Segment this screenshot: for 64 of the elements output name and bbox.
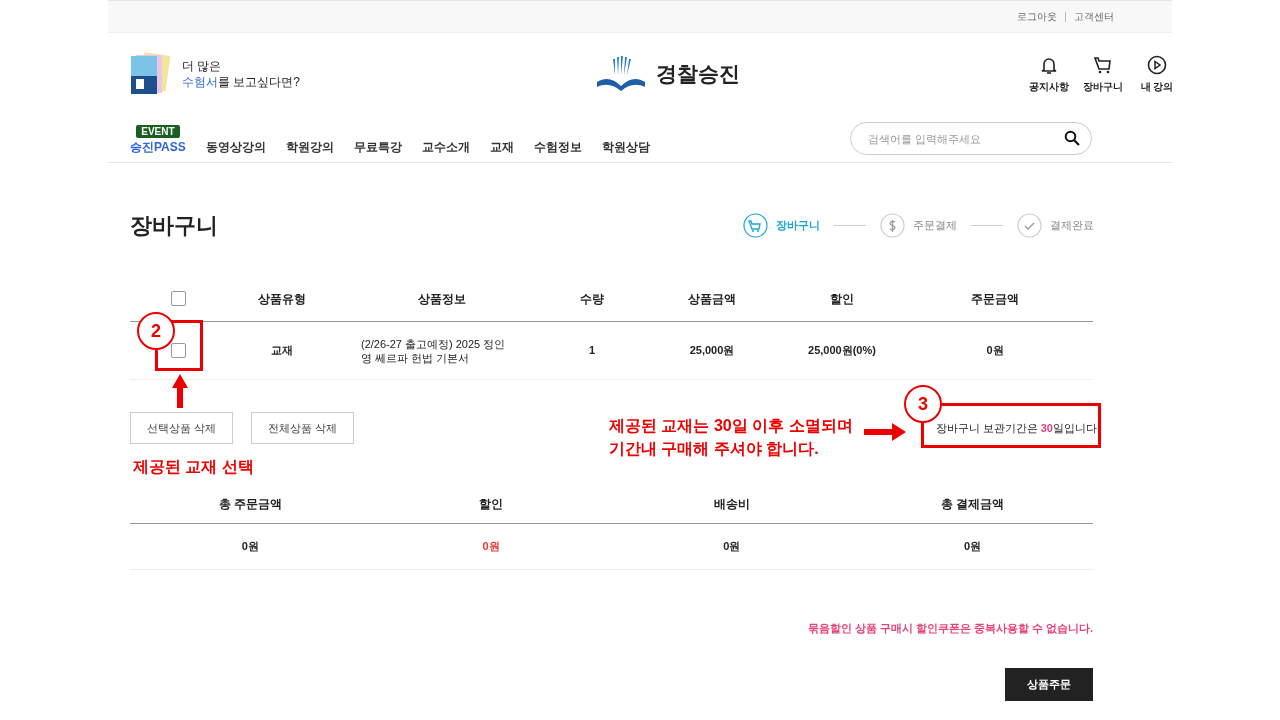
summary-header: 총 결제금액 xyxy=(940,495,1005,513)
right-arrow xyxy=(864,423,906,441)
search-field[interactable]: 검색어를 입력해주세요 xyxy=(850,122,1092,155)
nav-item[interactable]: 학원상담 xyxy=(601,137,650,156)
nav-item[interactable]: 교수소개 xyxy=(421,137,470,156)
step-number-badge: 3 xyxy=(904,385,942,423)
column-header: 수량 xyxy=(580,290,604,308)
column-header: 할인 xyxy=(830,290,854,308)
summary-header: 총 주문금액 xyxy=(218,495,283,513)
nav-item[interactable]: 수험정보 xyxy=(533,137,582,156)
order-button[interactable]: 상품주문 xyxy=(1005,667,1093,701)
table-cell-text: 1 xyxy=(588,343,596,359)
cart-icon xyxy=(1093,54,1113,75)
search-icon[interactable] xyxy=(1064,130,1080,146)
table-cell-text: 0원 xyxy=(986,343,1004,359)
summary-value: 0원 xyxy=(723,539,741,555)
checkbox[interactable] xyxy=(171,291,186,306)
step-label: 장바구니 xyxy=(776,217,820,233)
top-link[interactable]: 고객센터 xyxy=(1065,11,1114,22)
summary-value: 0원 xyxy=(241,539,259,555)
summary-header: 배송비 xyxy=(713,495,750,513)
summary-value: 0원 xyxy=(482,539,500,555)
table-cell-text: 25,000원(0%) xyxy=(808,343,876,359)
header-link[interactable]: 내 강의 xyxy=(1134,54,1180,94)
summary-value: 0원 xyxy=(964,539,982,555)
promo-text: 더 많은 xyxy=(182,58,223,74)
up-arrow xyxy=(172,374,188,408)
column-header: 상품정보 xyxy=(418,290,466,308)
delete-button[interactable]: 선택상품 삭제 xyxy=(130,412,234,444)
header-link[interactable]: 장바구니 xyxy=(1080,54,1126,94)
column-header: 주문금액 xyxy=(971,290,1019,308)
column-header: 상품금액 xyxy=(688,290,736,308)
nav-item[interactable]: 승진PASS xyxy=(130,137,186,156)
book-covers-icon xyxy=(130,52,170,96)
header-link-label: 공지사항 xyxy=(1029,79,1069,94)
page-title: 장바구니 xyxy=(130,211,218,240)
nav-item[interactable]: 학원강의 xyxy=(285,137,334,156)
step-label: 주문결제 xyxy=(913,217,957,233)
step-label: 결제완료 xyxy=(1050,217,1094,233)
nav-item[interactable]: 동영상강의 xyxy=(205,137,266,156)
annotation-label: 제공된 교재는 30일 이후 소멸되며 기간내 구매해 주셔야 합니다. xyxy=(609,416,853,459)
annotation-label: 제공된 교재 선택 xyxy=(133,457,254,477)
logo-text: 경찰승진 xyxy=(656,61,740,88)
discount-notice: 묶음할인 상품 구매시 할인쿠폰은 중복사용할 수 없습니다. xyxy=(807,621,1093,636)
nav-item[interactable]: 교재 xyxy=(489,137,514,156)
column-header: 상품유형 xyxy=(258,290,306,308)
header-link-label: 장바구니 xyxy=(1083,79,1123,94)
event-badge: EVENT xyxy=(136,124,180,138)
table-cell-text: (2/26-27 출고예정) 2025 정인영 쎄르파 헌법 기본서 xyxy=(361,336,507,365)
promo-link[interactable]: 수험서를 보고싶다면? xyxy=(182,74,300,90)
top-link[interactable]: 로그아웃 xyxy=(1017,11,1057,22)
nav-item[interactable]: 무료특강 xyxy=(353,137,402,156)
header-link[interactable]: 공지사항 xyxy=(1026,54,1072,94)
retention-notice: 장바구니 보관기간은 30일입니다 xyxy=(935,420,1097,436)
step-number-badge: 2 xyxy=(137,312,175,350)
checkbox[interactable] xyxy=(171,343,186,358)
summary-header: 할인 xyxy=(479,495,504,513)
delete-button[interactable]: 전체상품 삭제 xyxy=(251,412,355,444)
header-link-label: 내 강의 xyxy=(1140,79,1174,94)
open-book-icon xyxy=(596,55,646,93)
table-cell-text: 25,000원 xyxy=(689,343,735,359)
play-icon xyxy=(1147,54,1167,75)
logo[interactable]: 경찰승진 xyxy=(596,55,740,93)
table-cell-text: 교재 xyxy=(271,343,293,359)
